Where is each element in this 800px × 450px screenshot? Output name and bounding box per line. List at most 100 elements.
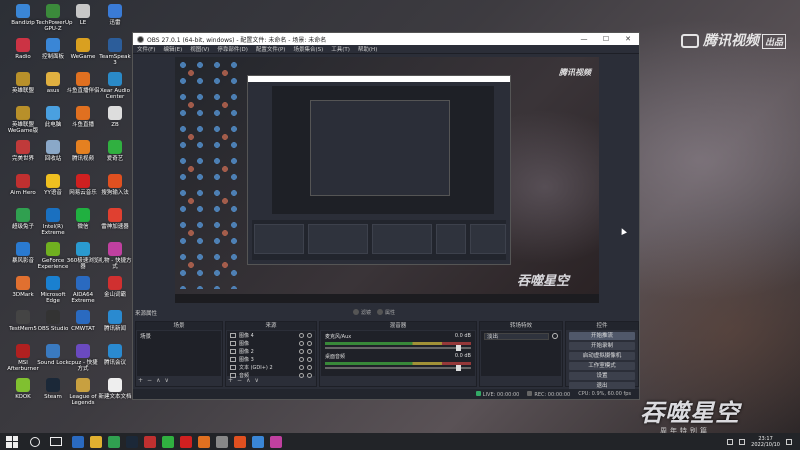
- menu-docks[interactable]: 停靠部件(D): [217, 45, 248, 53]
- desktop-icon[interactable]: 爱奇艺: [98, 140, 132, 162]
- eye-icon[interactable]: [299, 364, 304, 370]
- source-item[interactable]: 文本 (GDI+) 2: [227, 363, 315, 371]
- desktop-icon[interactable]: 超级兔子: [6, 208, 40, 230]
- taskbar-app-icon[interactable]: [144, 435, 156, 448]
- taskbar-app-icon[interactable]: [234, 435, 246, 448]
- transition-gear-icon[interactable]: [552, 333, 558, 339]
- properties-button[interactable]: 属性: [377, 309, 395, 316]
- maximize-button[interactable]: ☐: [595, 35, 617, 43]
- desktop-icon[interactable]: 3DMark: [6, 276, 40, 298]
- desktop-icon[interactable]: 360极速浏览器: [66, 242, 100, 270]
- desktop-icon[interactable]: YY语音: [36, 174, 70, 196]
- start-recording-button[interactable]: 开始录制: [569, 342, 635, 350]
- tray-icon[interactable]: [727, 438, 734, 445]
- lock-icon[interactable]: [307, 340, 312, 346]
- desktop-icon[interactable]: OBS Studio: [36, 310, 70, 332]
- taskbar-app-icon[interactable]: [180, 435, 192, 448]
- desktop-icon[interactable]: Steam: [36, 378, 70, 400]
- lock-icon[interactable]: [307, 332, 312, 338]
- filters-button[interactable]: 滤镜: [353, 309, 371, 316]
- desktop-icon[interactable]: 金山词霸: [98, 276, 132, 298]
- taskbar-app-icon[interactable]: [126, 435, 138, 448]
- desktop-icon[interactable]: 新建文本文档: [98, 378, 132, 400]
- desktop-icon[interactable]: 搜狗输入法: [98, 174, 132, 196]
- studio-mode-button[interactable]: 工作室模式: [569, 362, 635, 370]
- lock-icon[interactable]: [307, 364, 312, 370]
- task-view-icon[interactable]: [50, 437, 62, 446]
- taskbar-app-icon[interactable]: [270, 435, 282, 448]
- tray-icon[interactable]: [739, 438, 746, 445]
- obs-window[interactable]: OBS 27.0.1 (64-bit, windows) - 配置文件: 未命名…: [132, 32, 640, 400]
- desktop-icon[interactable]: WeGame: [66, 38, 100, 60]
- menu-scene-collection[interactable]: 场景集合(S): [293, 45, 323, 53]
- desktop-icon[interactable]: cpuz - 快捷方式: [66, 344, 100, 372]
- desktop-icon[interactable]: KOOK: [6, 378, 40, 400]
- desktop-icon[interactable]: Microsoft Edge: [36, 276, 70, 304]
- desktop-icon[interactable]: League of Legends: [66, 378, 100, 406]
- desktop-icon[interactable]: LE: [66, 4, 100, 26]
- desktop-icon[interactable]: 腾讯会议: [98, 344, 132, 366]
- menu-profile[interactable]: 配置文件(P): [256, 45, 286, 53]
- desktop-icon[interactable]: Xear Audio Center: [98, 72, 132, 100]
- scene-up-button[interactable]: ∧: [156, 377, 160, 385]
- source-down-button[interactable]: ∨: [254, 377, 258, 385]
- remove-source-button[interactable]: −: [237, 377, 242, 385]
- source-item[interactable]: 图像: [227, 339, 315, 347]
- desktop-icon[interactable]: 英雄联盟 WeGame版: [6, 106, 40, 134]
- remove-scene-button[interactable]: −: [147, 377, 152, 385]
- source-up-button[interactable]: ∧: [246, 377, 250, 385]
- desktop-icon[interactable]: 斗鱼直播: [66, 106, 100, 128]
- desktop-icon[interactable]: 网易云音乐: [66, 174, 100, 196]
- eye-icon[interactable]: [299, 356, 304, 362]
- desktop-icon[interactable]: 完美世界: [6, 140, 40, 162]
- scene-item[interactable]: 场景: [137, 331, 221, 340]
- eye-icon[interactable]: [299, 332, 304, 338]
- search-icon[interactable]: [30, 436, 40, 447]
- taskbar-app-icon[interactable]: [198, 435, 210, 448]
- desktop-icon[interactable]: 回收站: [36, 140, 70, 162]
- taskbar-clock[interactable]: 23:17 2022/10/10: [751, 436, 780, 448]
- desktop-icon[interactable]: TechPowerUp GPU-Z: [36, 4, 72, 32]
- desktop-icon[interactable]: 此电脑: [36, 106, 70, 128]
- taskbar-app-icon[interactable]: [252, 435, 264, 448]
- volume-slider[interactable]: [325, 365, 471, 371]
- desktop-icon[interactable]: Sound Lock: [36, 344, 70, 366]
- transition-select[interactable]: 淡出: [484, 332, 549, 340]
- desktop-icon[interactable]: 礼物 - 快捷方式: [98, 242, 132, 270]
- desktop-icon[interactable]: Intel(R) Extreme: [36, 208, 70, 236]
- desktop-icon[interactable]: 迅雷: [98, 4, 132, 26]
- desktop-icon[interactable]: 微信: [66, 208, 100, 230]
- start-button[interactable]: [6, 435, 18, 448]
- taskbar-app-icon[interactable]: [216, 435, 228, 448]
- desktop-icon[interactable]: AIDA64 Extreme: [66, 276, 100, 304]
- taskbar-app-icon[interactable]: [90, 435, 102, 448]
- desktop-icon[interactable]: 斗鱼直播伴侣: [66, 72, 100, 94]
- source-item[interactable]: 图像 3: [227, 355, 315, 363]
- desktop-icon[interactable]: 腾讯视频: [66, 140, 100, 162]
- taskbar-app-icon[interactable]: [72, 435, 84, 448]
- menu-tools[interactable]: 工具(T): [331, 45, 350, 53]
- desktop-icon[interactable]: 雷神加速器: [98, 208, 132, 230]
- eye-icon[interactable]: [299, 340, 304, 346]
- eye-icon[interactable]: [299, 348, 304, 354]
- lock-icon[interactable]: [307, 348, 312, 354]
- menu-help[interactable]: 帮助(H): [358, 45, 377, 53]
- desktop-icon[interactable]: MSI Afterburner: [6, 344, 40, 372]
- desktop-icon[interactable]: 控制面板: [36, 38, 70, 60]
- taskbar-app-icon[interactable]: [108, 435, 120, 448]
- desktop-icon[interactable]: 腾讯新闻: [98, 310, 132, 332]
- desktop-icon[interactable]: 暴风影音: [6, 242, 40, 264]
- desktop-icon[interactable]: asus: [36, 72, 70, 94]
- lock-icon[interactable]: [307, 356, 312, 362]
- desktop-icon[interactable]: TestMem5: [6, 310, 40, 332]
- start-virtual-camera-button[interactable]: 启动虚拟摄像机: [569, 352, 635, 360]
- volume-slider[interactable]: [325, 345, 471, 351]
- obs-titlebar[interactable]: OBS 27.0.1 (64-bit, windows) - 配置文件: 未命名…: [133, 33, 639, 45]
- close-button[interactable]: ✕: [617, 35, 639, 43]
- desktop-icon[interactable]: CMWTAT: [66, 310, 100, 332]
- source-item[interactable]: 图像 2: [227, 347, 315, 355]
- add-source-button[interactable]: +: [228, 377, 233, 385]
- desktop-icon[interactable]: ZB: [98, 106, 132, 128]
- start-streaming-button[interactable]: 开始推流: [569, 332, 635, 340]
- volume-slider-knob[interactable]: [456, 365, 461, 371]
